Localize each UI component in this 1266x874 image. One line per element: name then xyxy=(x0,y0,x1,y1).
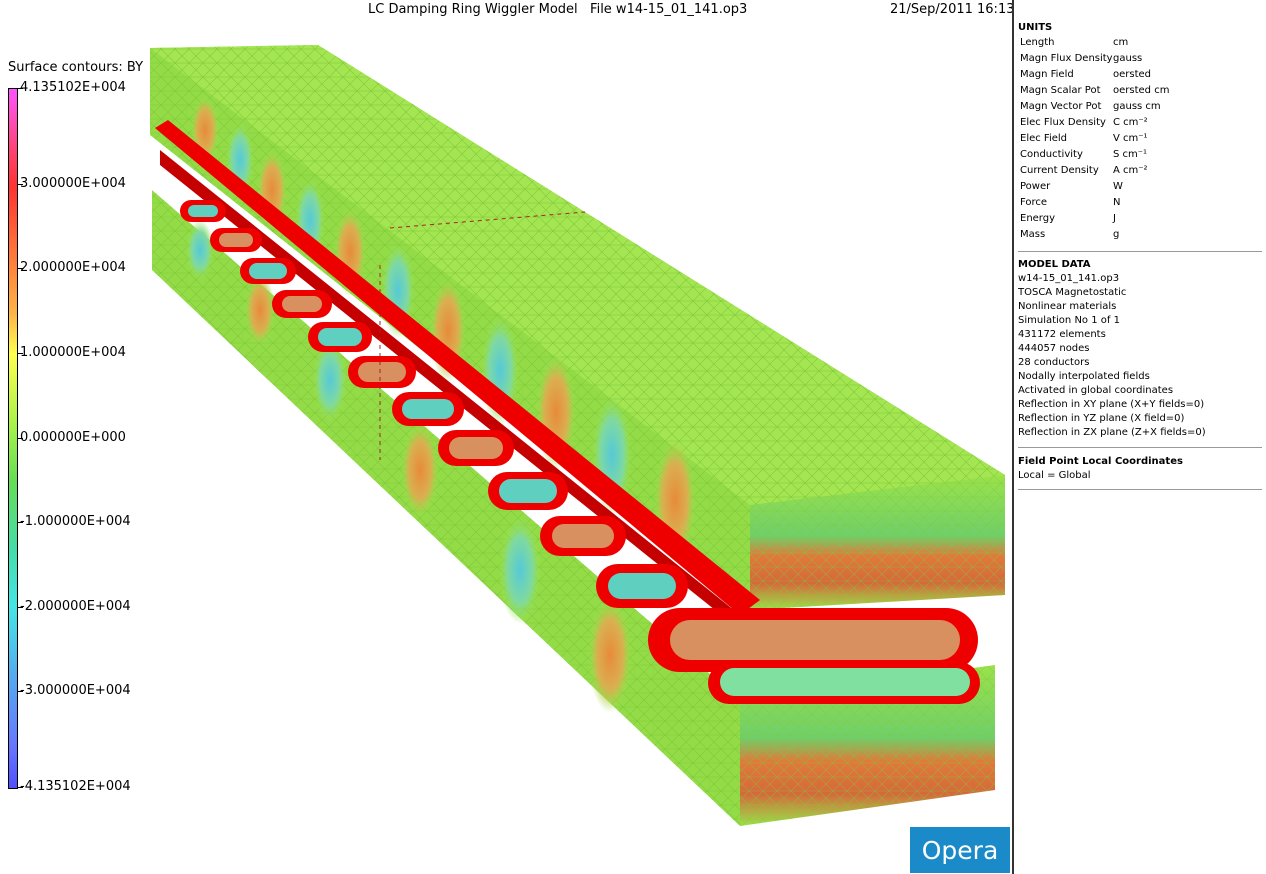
model-data-line: 444057 nodes xyxy=(1018,343,1090,354)
unit-quantity: Magn Vector Pot xyxy=(1020,101,1102,112)
unit-value: oersted xyxy=(1113,69,1152,80)
units-row: Length cm xyxy=(1020,37,1260,53)
separator xyxy=(1018,251,1262,252)
units-row: Mass g xyxy=(1020,229,1260,245)
units-row: Elec Flux Density C cm⁻² xyxy=(1020,117,1260,133)
unit-value: V cm⁻¹ xyxy=(1113,133,1148,144)
model-data-line: Reflection in XY plane (X+Y fields=0) xyxy=(1018,399,1205,410)
unit-quantity: Elec Field xyxy=(1020,133,1068,144)
units-row: Current Density A cm⁻² xyxy=(1020,165,1260,181)
units-row: Magn Scalar Pot oersted cm xyxy=(1020,85,1260,101)
wiggler-model-view[interactable] xyxy=(0,0,1012,874)
unit-quantity: Force xyxy=(1020,197,1048,208)
separator xyxy=(1018,489,1262,490)
unit-quantity: Conductivity xyxy=(1020,149,1083,160)
unit-quantity: Mass xyxy=(1020,229,1046,240)
model-data-line: Reflection in ZX plane (Z+X fields=0) xyxy=(1018,427,1206,438)
model-data-line: Simulation No 1 of 1 xyxy=(1018,315,1120,326)
model-data-line: Activated in global coordinates xyxy=(1018,385,1174,396)
unit-quantity: Power xyxy=(1020,181,1051,192)
unit-quantity: Length xyxy=(1020,37,1055,48)
model-data-line: w14-15_01_141.op3 xyxy=(1018,273,1120,284)
units-row: Magn Vector Pot gauss cm xyxy=(1020,101,1260,117)
unit-value: cm xyxy=(1113,37,1129,48)
model-data-line: TOSCA Magnetostatic xyxy=(1018,287,1127,298)
units-row: Conductivity S cm⁻¹ xyxy=(1020,149,1260,165)
model-data-line: 28 conductors xyxy=(1018,357,1090,368)
unit-quantity: Magn Scalar Pot xyxy=(1020,85,1101,96)
units-row: Elec Field V cm⁻¹ xyxy=(1020,133,1260,149)
unit-value: gauss cm xyxy=(1113,101,1161,112)
units-row: Force N xyxy=(1020,197,1260,213)
units-row: Power W xyxy=(1020,181,1260,197)
unit-value: S cm⁻¹ xyxy=(1113,149,1148,160)
opera-logo: Opera xyxy=(910,827,1010,873)
model-data-line: Nonlinear materials xyxy=(1018,301,1117,312)
model-data-line: 431172 elements xyxy=(1018,329,1106,340)
unit-value: g xyxy=(1113,229,1120,240)
unit-value: gauss xyxy=(1113,53,1143,64)
unit-value: W xyxy=(1113,181,1123,192)
unit-value: C cm⁻² xyxy=(1113,117,1148,128)
unit-quantity: Magn Flux Density xyxy=(1020,53,1113,64)
unit-quantity: Elec Flux Density xyxy=(1020,117,1106,128)
units-row: Energy J xyxy=(1020,213,1260,229)
model-data-line: Reflection in YZ plane (X field=0) xyxy=(1018,413,1185,424)
field-point-heading: Field Point Local Coordinates xyxy=(1018,456,1183,467)
field-point-value: Local = Global xyxy=(1018,470,1091,481)
unit-quantity: Energy xyxy=(1020,213,1056,224)
separator xyxy=(1018,447,1262,448)
unit-quantity: Current Density xyxy=(1020,165,1099,176)
units-row: Magn Field oersted xyxy=(1020,69,1260,85)
unit-value: oersted cm xyxy=(1113,85,1170,96)
unit-quantity: Magn Field xyxy=(1020,69,1074,80)
unit-value: A cm⁻² xyxy=(1113,165,1148,176)
unit-value: J xyxy=(1113,213,1116,224)
units-row: Magn Flux Density gauss xyxy=(1020,53,1260,69)
units-heading: UNITS xyxy=(1018,22,1053,33)
model-data-line: Nodally interpolated fields xyxy=(1018,371,1150,382)
model-data-heading: MODEL DATA xyxy=(1018,259,1091,270)
info-panel: UNITS Length cm Magn Flux Density gauss Magn… xyxy=(1014,0,1266,874)
unit-value: N xyxy=(1113,197,1121,208)
